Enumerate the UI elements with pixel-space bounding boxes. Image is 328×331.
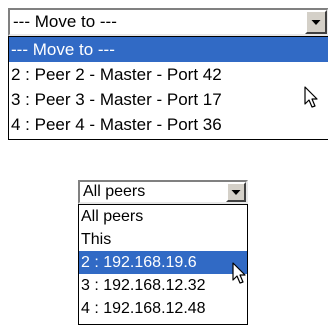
- peers-select[interactable]: All peers: [78, 180, 248, 204]
- move-to-options-list: --- Move to --- 2 : Peer 2 - Master - Po…: [8, 36, 328, 140]
- chevron-down-icon: [231, 190, 241, 195]
- move-to-select-value: --- Move to ---: [13, 12, 117, 31]
- peers-dropdown-button[interactable]: [226, 182, 246, 202]
- move-to-option[interactable]: 2 : Peer 2 - Master - Port 42: [9, 62, 328, 87]
- peers-options-list: All peers This 2 : 192.168.19.6 3 : 192.…: [78, 204, 248, 325]
- move-to-select[interactable]: --- Move to ---: [8, 8, 328, 36]
- move-to-option[interactable]: 4 : Peer 4 - Master - Port 36: [9, 112, 328, 137]
- peers-option[interactable]: 2 : 192.168.19.6: [79, 251, 247, 274]
- peers-select-value: All peers: [83, 183, 146, 200]
- peers-option[interactable]: This: [79, 228, 247, 251]
- peers-option[interactable]: 4 : 192.168.12.48: [79, 297, 247, 320]
- peers-option[interactable]: 3 : 192.168.12.32: [79, 274, 247, 297]
- move-to-option[interactable]: 3 : Peer 3 - Master - Port 17: [9, 87, 328, 112]
- chevron-down-icon: [311, 20, 321, 25]
- move-to-option[interactable]: --- Move to ---: [9, 37, 328, 62]
- mouse-pointer-icon: [232, 262, 246, 284]
- move-to-dropdown-button[interactable]: [305, 10, 327, 34]
- peers-option[interactable]: All peers: [79, 205, 247, 228]
- mouse-pointer-icon: [304, 86, 318, 108]
